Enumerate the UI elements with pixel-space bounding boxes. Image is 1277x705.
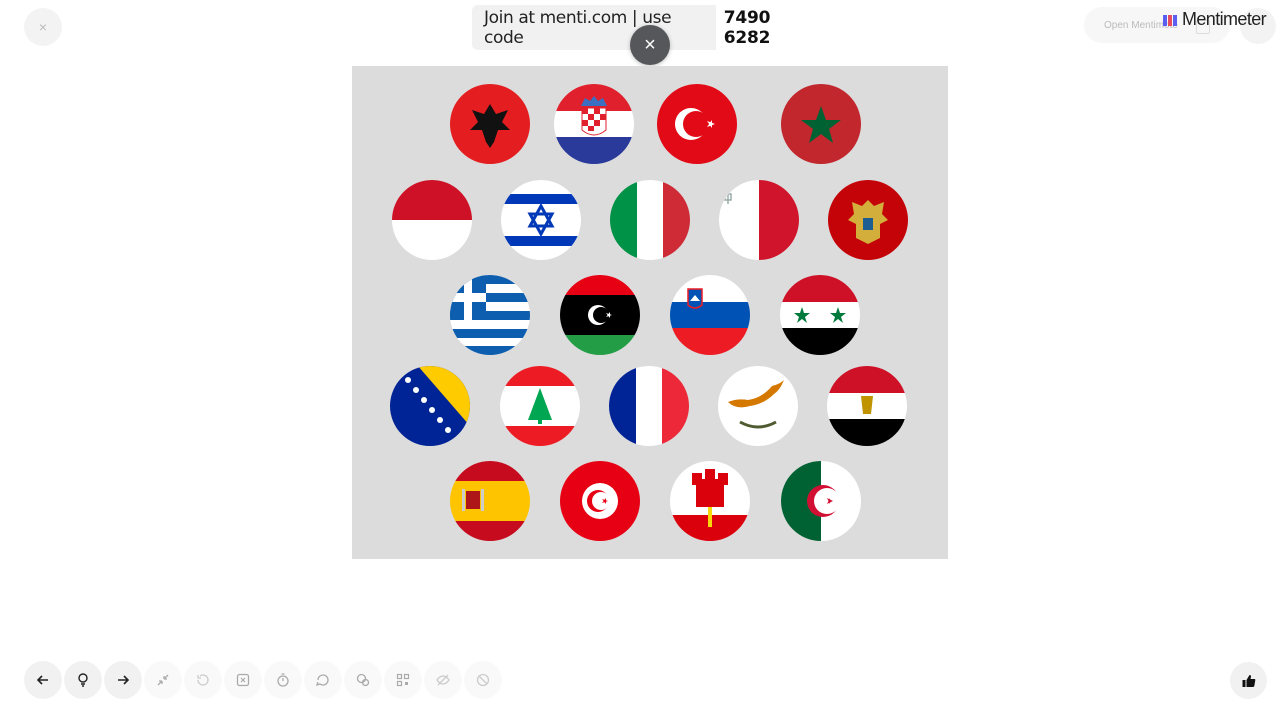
block-button[interactable] bbox=[464, 661, 502, 699]
previous-button[interactable] bbox=[24, 661, 62, 699]
hidden-box-icon bbox=[236, 673, 250, 687]
timer-button[interactable] bbox=[264, 661, 302, 699]
voting-code: 7490 6282 bbox=[715, 1, 828, 54]
visibility-button[interactable] bbox=[424, 661, 462, 699]
reset-button[interactable] bbox=[184, 661, 222, 699]
timer-icon bbox=[277, 673, 289, 687]
flag-turkey-icon bbox=[657, 84, 737, 164]
arrow-right-icon bbox=[118, 675, 130, 685]
qr-button[interactable] bbox=[384, 661, 422, 699]
comments-button[interactable] bbox=[304, 661, 342, 699]
lightbulb-icon bbox=[78, 673, 88, 687]
fullscreen-button[interactable] bbox=[144, 661, 182, 699]
flag-greece-icon bbox=[450, 275, 530, 355]
flag-algeria-icon bbox=[781, 461, 861, 541]
reset-icon bbox=[197, 674, 209, 686]
eye-off-icon bbox=[436, 674, 450, 686]
slide-image bbox=[352, 66, 948, 559]
flag-morocco-icon bbox=[781, 84, 861, 164]
thumbs-up-icon bbox=[1242, 674, 1255, 687]
flag-lebanon-icon bbox=[500, 366, 580, 446]
flag-albania-icon bbox=[450, 84, 530, 164]
flag-libya-icon bbox=[560, 275, 640, 355]
flag-gibraltar-icon bbox=[670, 461, 750, 541]
flag-cyprus-icon bbox=[718, 366, 798, 446]
flag-croatia-icon bbox=[554, 84, 634, 164]
flag-slovenia-icon bbox=[670, 275, 750, 355]
hint-button[interactable] bbox=[64, 661, 102, 699]
flag-france-icon bbox=[609, 366, 689, 446]
flag-spain-icon bbox=[450, 461, 530, 541]
qr-code-icon bbox=[396, 673, 410, 687]
close-icon: × bbox=[38, 19, 48, 35]
close-icon: × bbox=[644, 33, 656, 56]
flag-bosnia-icon bbox=[390, 366, 470, 446]
collapse-icon bbox=[157, 674, 169, 686]
chat-bubbles-icon bbox=[356, 673, 370, 687]
hide-results-button[interactable] bbox=[224, 661, 262, 699]
flag-israel-icon bbox=[501, 180, 581, 260]
flag-monaco-icon bbox=[392, 180, 472, 260]
join-text: Join at menti.com | use code bbox=[484, 7, 672, 48]
reactions-button[interactable] bbox=[1230, 662, 1267, 699]
flag-egypt-icon bbox=[827, 366, 907, 446]
brand-logo: Mentimeter bbox=[1162, 9, 1267, 30]
flag-italy-icon bbox=[610, 180, 690, 260]
flag-syria-icon bbox=[780, 275, 860, 355]
brand-name: Mentimeter bbox=[1182, 9, 1267, 29]
flag-tunisia-icon bbox=[560, 461, 640, 541]
next-button[interactable] bbox=[104, 661, 142, 699]
qa-button[interactable] bbox=[344, 661, 382, 699]
close-presentation-button[interactable]: × bbox=[24, 8, 62, 46]
hide-join-bar-button[interactable]: × bbox=[630, 25, 670, 65]
flag-malta-icon bbox=[719, 180, 799, 260]
arrow-left-icon bbox=[36, 675, 48, 685]
block-icon bbox=[476, 673, 490, 687]
mentimeter-logo-icon bbox=[1163, 14, 1177, 26]
flag-montenegro-icon bbox=[828, 180, 908, 260]
chat-bubble-icon bbox=[315, 674, 329, 687]
